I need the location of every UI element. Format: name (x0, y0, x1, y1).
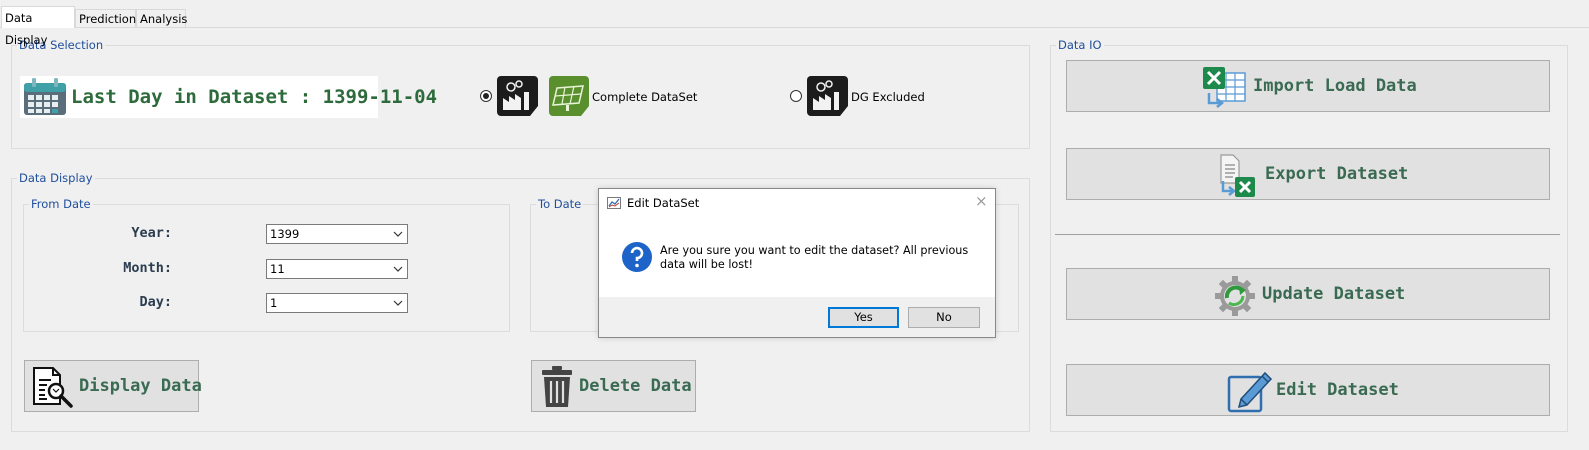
edit-dataset-button[interactable]: Edit Dataset (1066, 364, 1550, 416)
power-plant-icon (497, 76, 538, 119)
delete-data-button[interactable]: Delete Data (531, 360, 696, 412)
display-data-button[interactable]: Display Data (24, 360, 202, 412)
question-icon (621, 241, 653, 276)
dialog-message: Are you sure you want to edit the datase… (660, 244, 969, 271)
excel-import-icon (1201, 65, 1247, 112)
dg-excluded-label: DG Excluded (851, 90, 925, 104)
gear-refresh-icon (1213, 274, 1257, 321)
divider (1055, 234, 1560, 235)
export-dataset-button[interactable]: Export Dataset (1066, 148, 1550, 200)
update-dataset-label: Update Dataset (1262, 284, 1406, 304)
import-load-data-button[interactable]: Import Load Data (1066, 60, 1550, 112)
chevron-down-icon (393, 295, 403, 317)
year-label: Year: (131, 225, 172, 241)
tab-prediction[interactable]: Prediction (75, 9, 136, 27)
display-data-label: Display Data (79, 376, 202, 396)
complete-dataset-radio[interactable] (480, 90, 492, 102)
dg-excluded-radio[interactable] (790, 90, 802, 102)
chart-app-icon (607, 197, 621, 212)
edit-pencil-icon (1227, 369, 1273, 418)
tab-analysis[interactable]: Analysis (136, 9, 187, 27)
excel-export-icon (1217, 153, 1257, 200)
tab-data-display[interactable]: Data Display (1, 6, 75, 47)
last-day-label: Last Day in Dataset : 1399-11-04 (71, 86, 438, 108)
last-day-banner: Last Day in Dataset : 1399-11-04 (20, 76, 437, 120)
data-io-legend: Data IO (1056, 38, 1104, 52)
calendar-icon (22, 77, 68, 120)
to-date-legend: To Date (536, 197, 584, 211)
year-select[interactable]: 1399 (266, 224, 408, 244)
year-value: 1399 (270, 227, 300, 241)
edit-dataset-label: Edit Dataset (1276, 380, 1399, 400)
complete-dataset-label: Complete DataSet (592, 90, 698, 104)
from-date-legend: From Date (29, 197, 93, 211)
solar-panel-icon (549, 76, 589, 119)
month-select[interactable]: 11 (266, 259, 408, 279)
day-label: Day: (139, 294, 172, 310)
edit-dataset-dialog: Edit DataSet × Are you sure you want to … (598, 188, 996, 338)
tab-strip: Data Display Prediction Analysis (0, 0, 1589, 47)
month-label: Month: (123, 260, 172, 276)
dialog-title: Edit DataSet (627, 196, 700, 210)
no-button[interactable]: No (908, 307, 980, 328)
document-search-icon (31, 366, 75, 411)
day-value: 1 (270, 296, 278, 310)
yes-button[interactable]: Yes (828, 307, 899, 328)
data-display-legend: Data Display (17, 171, 95, 185)
update-dataset-button[interactable]: Update Dataset (1066, 268, 1550, 320)
export-dataset-label: Export Dataset (1265, 164, 1409, 184)
import-load-data-label: Import Load Data (1253, 76, 1417, 96)
close-icon[interactable]: × (975, 192, 988, 210)
trash-icon (540, 365, 574, 412)
day-select[interactable]: 1 (266, 293, 408, 313)
chevron-down-icon (393, 226, 403, 248)
chevron-down-icon (393, 261, 403, 283)
month-value: 11 (270, 262, 285, 276)
power-plant-icon (807, 76, 848, 119)
delete-data-label: Delete Data (579, 376, 692, 396)
